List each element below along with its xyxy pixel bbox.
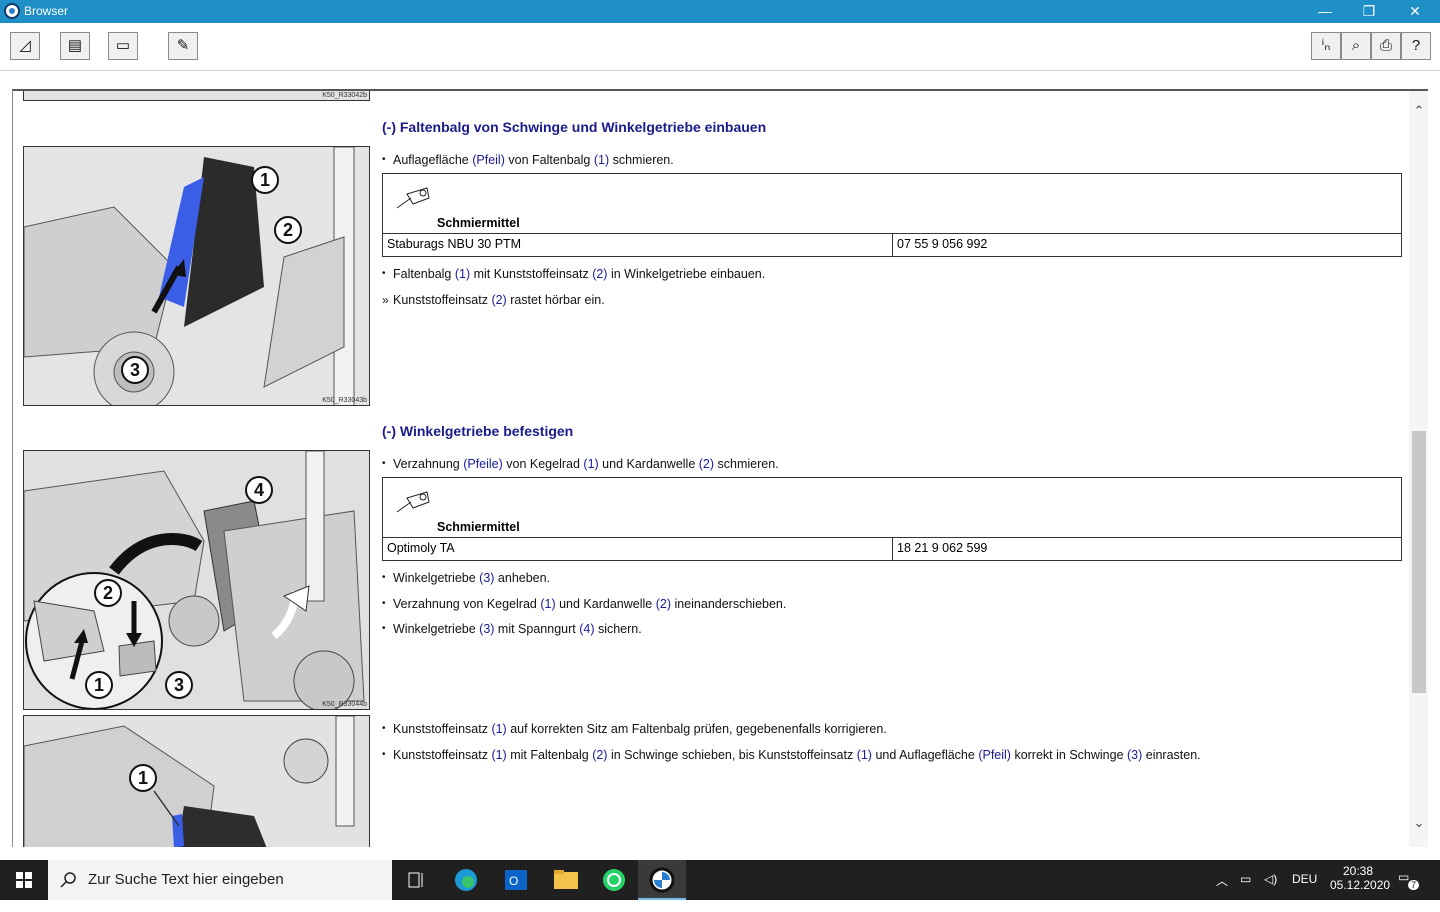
step-bullet: • Verzahnung von Kegelrad (1) und Kardanw… — [382, 597, 787, 611]
close-button[interactable]: ✕ — [1392, 0, 1438, 23]
callout-1: 1 — [129, 764, 157, 792]
toolbar: ◿ ▤ ▭ ✎ ⁱₙ ⌕ ⎙ ? — [0, 23, 1440, 71]
search-placeholder: Zur Suche Text hier eingeben — [88, 871, 284, 888]
lubricant-part-number: 18 21 9 062 599 — [897, 541, 988, 555]
figure-code: K50_R33042b — [322, 92, 367, 99]
illustration-faltenbalg — [24, 147, 369, 405]
toolbar-document-button[interactable]: ▤ — [60, 32, 90, 60]
step-bullet: • Kunststoffeinsatz (1) auf korrekten Sit… — [382, 722, 887, 736]
grease-gun-icon — [396, 187, 430, 209]
tray-chevron-icon[interactable]: ︿ — [1216, 872, 1228, 912]
search-icon — [60, 872, 76, 888]
pen-icon: ✎ — [176, 37, 190, 54]
photo-icon: ▭ — [115, 37, 131, 54]
clock-time: 20:38 — [1342, 864, 1374, 878]
step-bullet: • Faltenbalg (1) mit Kunststoffeinsatz (2… — [382, 267, 766, 281]
lubricant-label: Schmiermittel — [437, 520, 520, 534]
toolbar-print-button[interactable]: ⎙ — [1371, 32, 1401, 60]
whatsapp-icon — [603, 869, 625, 891]
lubricant-label: Schmiermittel — [437, 216, 520, 230]
edge-icon — [455, 869, 477, 891]
folder-icon — [554, 870, 578, 889]
taskbar: Zur Suche Text hier eingeben O ︿ ▭ ◁) DE… — [0, 860, 1440, 900]
bmw-app-icon — [4, 3, 20, 19]
scroll-thumb[interactable] — [1412, 431, 1426, 693]
taskbar-search-box[interactable]: Zur Suche Text hier eingeben — [48, 860, 392, 900]
title-bar: Browser — ❐ ✕ — [0, 0, 1440, 23]
callout-1: 1 — [251, 166, 279, 194]
outlook-icon: O — [505, 870, 527, 890]
taskbar-bmw-active[interactable] — [638, 860, 686, 900]
step-bullet: • Winkelgetriebe (3) anheben. — [382, 571, 551, 585]
toolbar-nav-button[interactable]: ◿ — [10, 32, 40, 60]
document-icon: ▤ — [67, 37, 83, 54]
callout-4: 4 — [245, 476, 273, 504]
task-view-button[interactable] — [392, 860, 440, 900]
grease-gun-icon — [396, 491, 430, 513]
section-heading[interactable]: (-) Winkelgetriebe befestigen — [382, 423, 573, 439]
callout-2: 2 — [94, 579, 122, 607]
binoculars-icon: ⌕ — [1351, 37, 1361, 54]
illustration-winkelgetriebe — [24, 451, 369, 709]
taskbar-explorer[interactable] — [542, 860, 590, 900]
lubricant-name: Staburags NBU 30 PTM — [383, 234, 893, 256]
clock[interactable]: 20:38 05.12.2020 — [1330, 864, 1391, 904]
notification-count: 7 — [1408, 880, 1420, 890]
restore-button[interactable]: ❐ — [1346, 0, 1392, 23]
figure-winkelgetriebe: 4 2 1 3 K50_R33044b — [23, 450, 370, 710]
volume-icon[interactable]: ◁) — [1264, 872, 1277, 912]
step-result: » Kunststoffeinsatz (2) rastet hörbar ein… — [382, 293, 605, 307]
toolbar-help-button[interactable]: ? — [1401, 32, 1431, 60]
language-indicator[interactable]: DEU — [1292, 872, 1317, 912]
vertical-scrollbar[interactable]: ⌃ ⌄ — [1409, 91, 1428, 847]
callout-3: 3 — [121, 356, 149, 384]
figure-code: K50_R33044b — [322, 701, 367, 708]
taskbar-edge[interactable] — [442, 860, 490, 900]
notification-center-button[interactable]: ▭ 7 — [1398, 870, 1420, 910]
toolbar-photo-button[interactable]: ▭ — [108, 32, 138, 60]
taskbar-outlook[interactable]: O — [492, 860, 540, 900]
print-icon: ⎙ — [1379, 37, 1392, 54]
step-bullet: • Kunststoffeinsatz (1) mit Faltenbalg (2… — [382, 748, 1201, 762]
network-icon[interactable]: ▭ — [1240, 872, 1251, 912]
figure-faltenbalg: 1 2 3 K50_R33043b — [23, 146, 370, 406]
scroll-down-icon[interactable]: ⌄ — [1409, 815, 1428, 835]
toolbar-search-button[interactable]: ⌕ — [1341, 32, 1371, 60]
lubricant-name: Optimoly TA — [383, 538, 893, 560]
minimize-button[interactable]: — — [1302, 0, 1348, 23]
info-icon: ⁱₙ — [1321, 37, 1331, 54]
svg-text:O: O — [509, 874, 518, 888]
step-bullet: • Winkelgetriebe (3) mit Spanngurt (4) si… — [382, 622, 642, 636]
figure-code: K50_R33043b — [322, 397, 367, 404]
lubricant-part-number: 07 55 9 056 992 — [897, 237, 988, 251]
callout-3: 3 — [165, 671, 193, 699]
start-button[interactable] — [0, 860, 48, 900]
bmw-icon — [649, 867, 675, 893]
step-bullet: • Auflagefläche (Pfeil) von Faltenbalg (1… — [382, 153, 674, 167]
illustration-kunststoffeinsatz — [24, 716, 369, 847]
help-icon: ? — [1411, 37, 1421, 54]
windows-icon — [16, 872, 32, 888]
document-view[interactable]: K50_R33042b (-) Faltenbalg von Schwinge … — [12, 89, 1428, 847]
figure-kunststoffeinsatz: 1 — [23, 715, 370, 847]
section-heading[interactable]: (-) Faltenbalg von Schwinge und Winkelge… — [382, 119, 766, 135]
toolbar-pen-button[interactable]: ✎ — [168, 32, 198, 60]
clock-date: 05.12.2020 — [1330, 878, 1391, 892]
nav-icon: ◿ — [19, 37, 31, 54]
figure-top: K50_R33042b — [23, 91, 370, 101]
callout-1: 1 — [85, 671, 113, 699]
step-bullet: • Verzahnung (Pfeile) von Kegelrad (1) un… — [382, 457, 779, 471]
lubricant-table: Schmiermittel Optimoly TA 18 21 9 062 59… — [382, 477, 1402, 561]
callout-2: 2 — [274, 216, 302, 244]
lubricant-table: Schmiermittel Staburags NBU 30 PTM 07 55… — [382, 173, 1402, 257]
task-view-icon — [408, 872, 423, 888]
taskbar-whatsapp[interactable] — [590, 860, 638, 900]
scroll-up-icon[interactable]: ⌃ — [1409, 103, 1428, 123]
toolbar-info-button[interactable]: ⁱₙ — [1311, 32, 1341, 60]
window-title: Browser — [24, 4, 69, 18]
